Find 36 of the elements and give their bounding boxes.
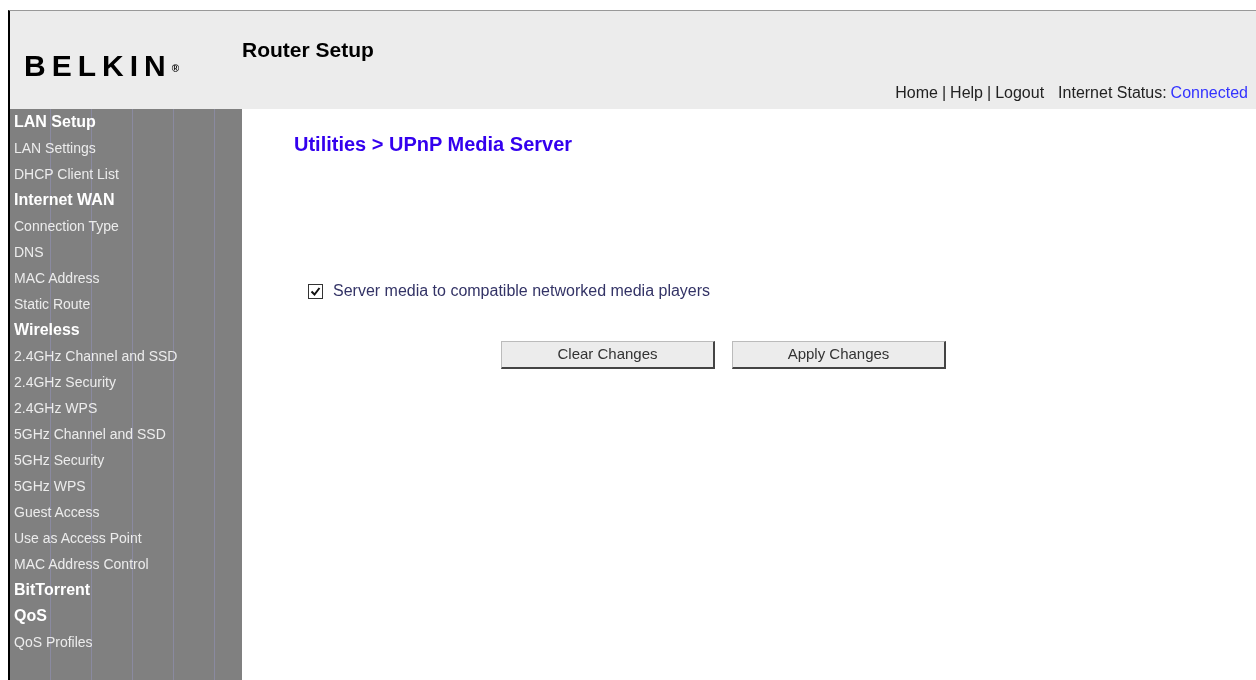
checkbox-label: Server media to compatible networked media players <box>333 281 711 301</box>
checkbox[interactable] <box>308 283 323 299</box>
sidebar-item[interactable]: QoS Profiles <box>14 629 242 655</box>
action-button[interactable]: Clear Changes <box>501 341 715 369</box>
sidebar-item[interactable]: Use as Access Point <box>14 525 242 551</box>
separator: | <box>941 83 947 103</box>
sidebar-item[interactable]: Connection Type <box>14 213 242 239</box>
sidebar-item[interactable]: 5GHz WPS <box>14 473 242 499</box>
belkin-logo: BELKIN® <box>24 47 186 84</box>
sidebar-section[interactable]: Wireless <box>14 317 242 343</box>
status-value: Connected <box>1170 83 1248 103</box>
section-heading: Utilities > UPnP Media Server <box>294 132 574 157</box>
header-link[interactable]: Logout <box>995 81 1045 105</box>
sidebar-section[interactable]: Internet WAN <box>14 187 242 213</box>
sidebar-item[interactable]: MAC Address Control <box>14 551 242 577</box>
sidebar-section[interactable]: BitTorrent <box>14 577 242 603</box>
sidebar-item[interactable]: Static Route <box>14 291 242 317</box>
sidebar-item[interactable]: Guest Access <box>14 499 242 525</box>
header-link[interactable]: Home <box>895 81 938 105</box>
sidebar-item[interactable]: 2.4GHz Security <box>14 369 242 395</box>
sidebar-item[interactable]: 2.4GHz WPS <box>14 395 242 421</box>
separator: | <box>987 83 992 103</box>
check-icon <box>310 285 321 297</box>
sidebar-item[interactable]: 2.4GHz Channel and SSD <box>14 343 242 369</box>
sidebar-item[interactable]: MAC Address <box>14 265 242 291</box>
sidebar-item[interactable]: 5GHz Channel and SSD <box>14 421 242 447</box>
sidebar-section[interactable]: QoS <box>14 603 242 629</box>
sidebar-item[interactable]: DHCP Client List <box>14 161 242 187</box>
sidebar-item[interactable]: DNS <box>14 239 242 265</box>
page-title: Router Setup <box>242 37 374 64</box>
sidebar-item[interactable]: 5GHz Security <box>14 447 242 473</box>
sidebar-section[interactable]: LAN Setup <box>14 109 242 135</box>
action-button[interactable]: Apply Changes <box>732 341 946 369</box>
header-link[interactable]: Help <box>950 81 983 105</box>
status-label: Internet Status: <box>1058 83 1167 103</box>
sidebar-item[interactable]: LAN Settings <box>14 135 242 161</box>
